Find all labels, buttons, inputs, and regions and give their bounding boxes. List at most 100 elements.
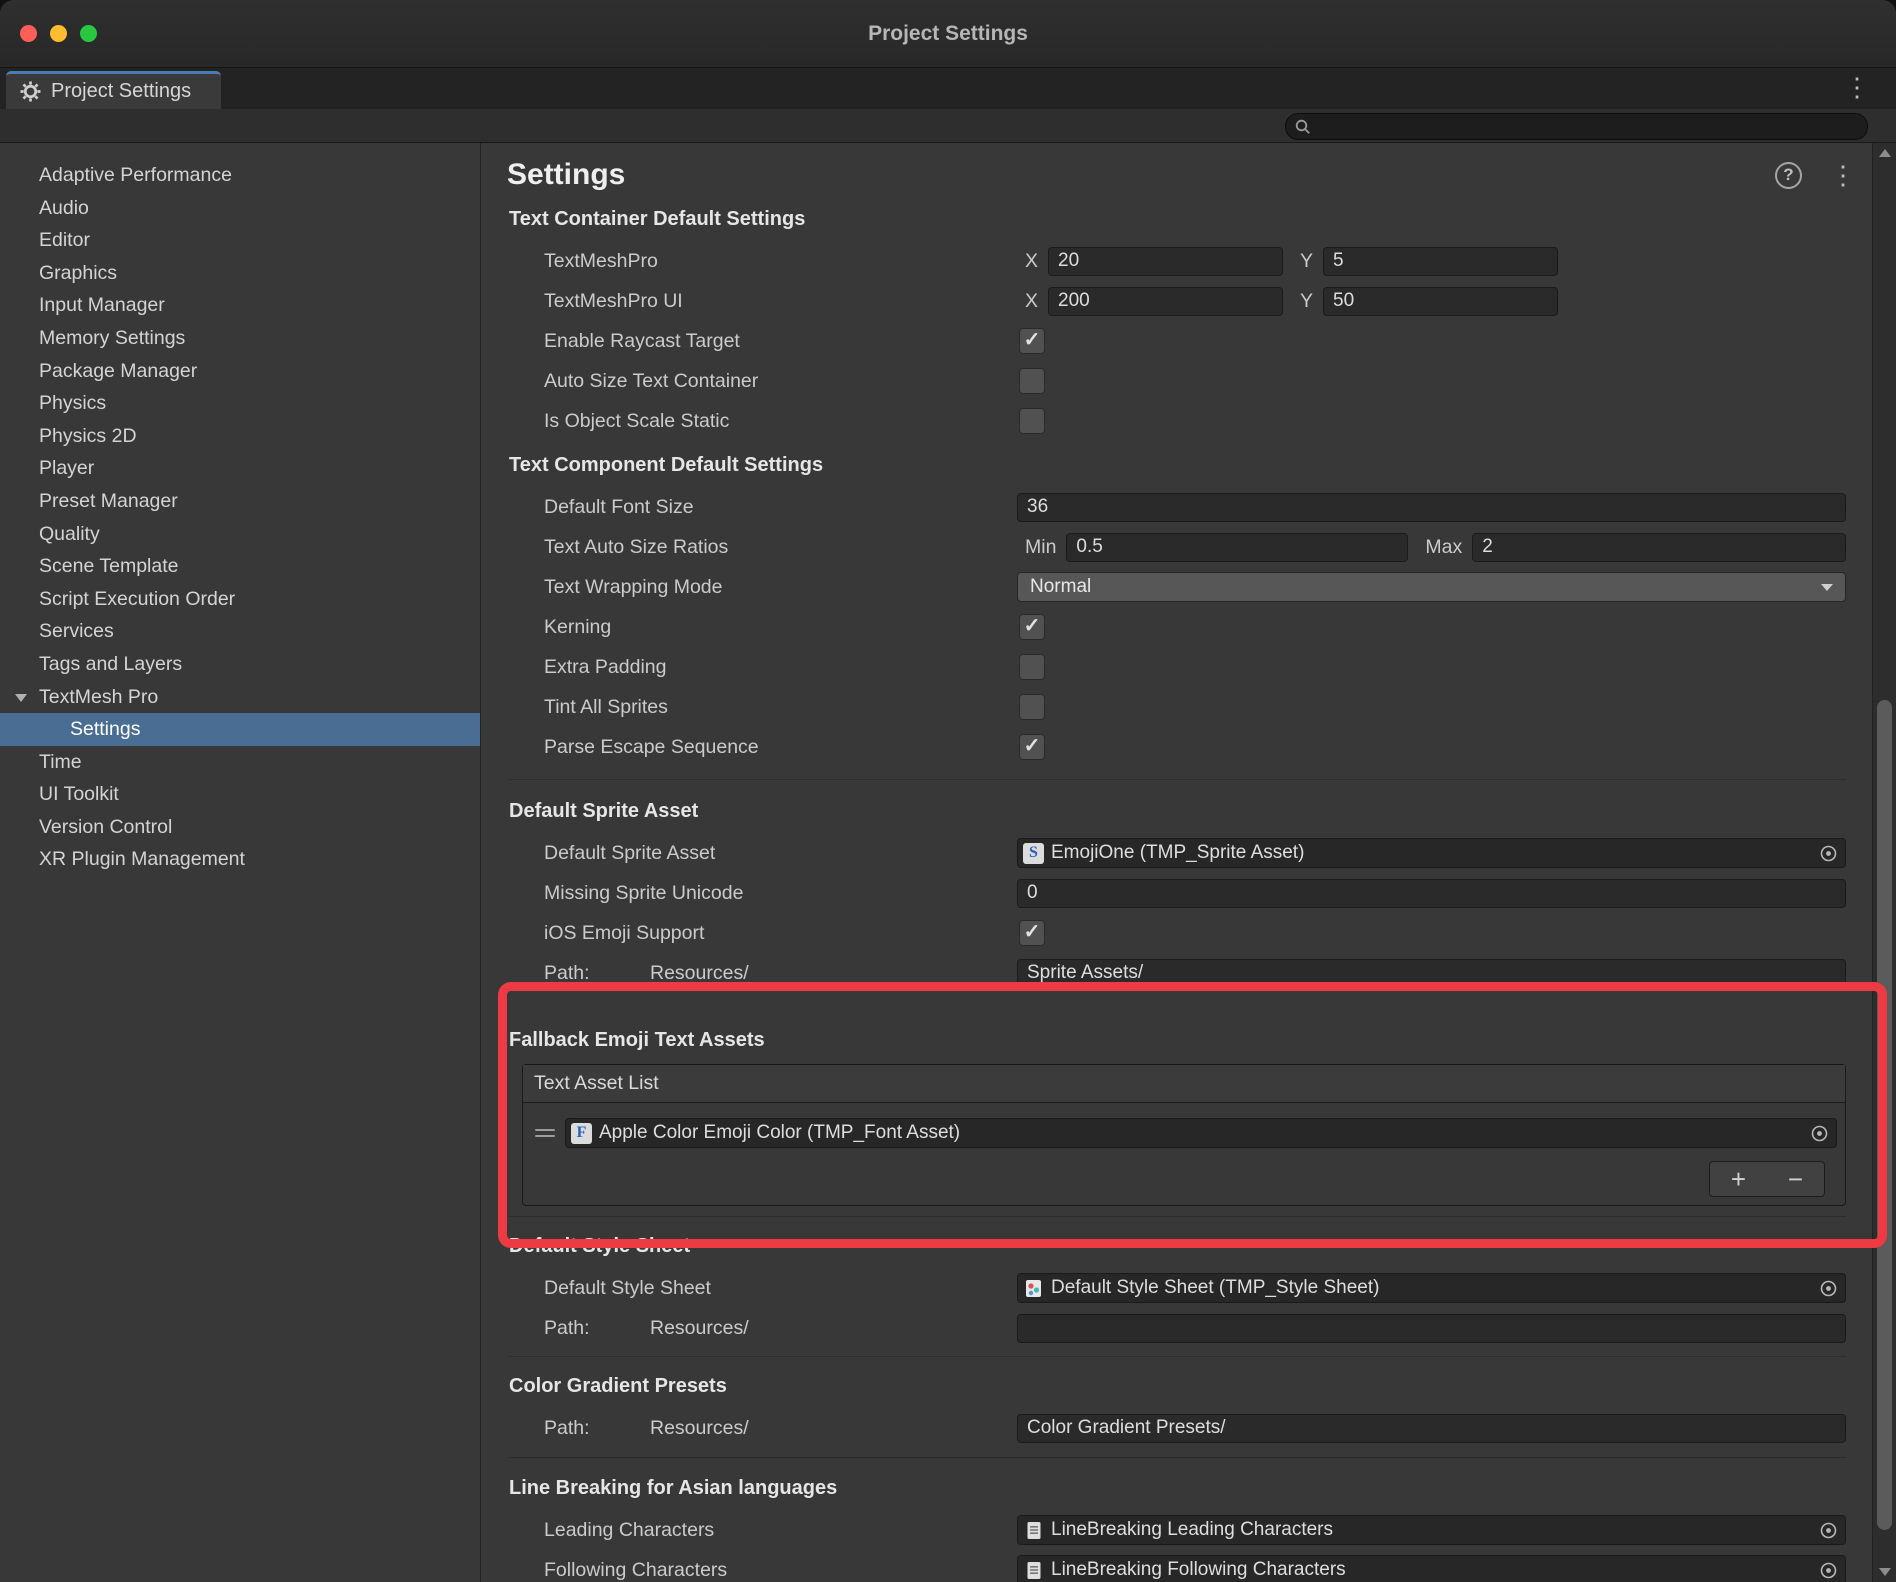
parse-escape-sequence-checkbox[interactable]: ✓: [1019, 734, 1045, 760]
sidebar-item-ui-toolkit[interactable]: UI Toolkit: [0, 778, 480, 811]
style-sheet-asset-icon: [1023, 1278, 1044, 1299]
textmeshpro-y-input[interactable]: [1323, 247, 1558, 276]
object-picker-icon[interactable]: [1818, 1520, 1839, 1541]
field-area: ✓: [1017, 913, 1846, 953]
sidebar-item-script-execution-order[interactable]: Script Execution Order: [0, 583, 480, 616]
sidebar-item-package-manager[interactable]: Package Manager: [0, 355, 480, 388]
add-item-button[interactable]: +: [1710, 1162, 1767, 1196]
auto-size-max-input[interactable]: [1472, 533, 1846, 562]
tint-all-sprites-checkbox[interactable]: [1019, 694, 1045, 720]
auto-size-text-container-checkbox[interactable]: [1019, 368, 1045, 394]
gradient-path-input[interactable]: [1017, 1414, 1846, 1443]
y-axis-label: Y: [1300, 250, 1313, 273]
sidebar-item-quality[interactable]: Quality: [0, 518, 480, 551]
textmeshpro-ui-y-input[interactable]: [1323, 287, 1558, 316]
field-area: [1017, 873, 1846, 913]
sidebar-item-physics-2d[interactable]: Physics 2D: [0, 420, 480, 453]
search-input[interactable]: [1312, 114, 1867, 139]
sprite-path-input[interactable]: [1017, 959, 1846, 988]
sidebar-item-version-control[interactable]: Version Control: [0, 811, 480, 844]
following-characters-object-field[interactable]: LineBreaking Following Characters: [1017, 1555, 1846, 1582]
default-style-sheet-object-field[interactable]: Default Style Sheet (TMP_Style Sheet): [1017, 1273, 1846, 1303]
textmeshpro-ui-x-input[interactable]: [1048, 287, 1283, 316]
sidebar-item-preset-manager[interactable]: Preset Manager: [0, 485, 480, 518]
drag-handle-icon[interactable]: [535, 1129, 555, 1137]
field-area: S EmojiOne (TMP_Sprite Asset): [1017, 833, 1846, 873]
row-sprite-path: Path: Resources/: [509, 953, 1846, 993]
section-line-breaking: Line Breaking for Asian languages Leadin…: [509, 1457, 1846, 1582]
field-label: iOS Emoji Support: [509, 922, 1017, 945]
row-textmeshpro-ui: TextMeshPro UI X Y: [509, 281, 1846, 321]
section-text-component-defaults: Text Component Default Settings Default …: [509, 443, 1846, 767]
default-font-size-input[interactable]: [1017, 493, 1846, 522]
settings-content: Text Container Default Settings TextMesh…: [481, 197, 1896, 1582]
text-wrapping-mode-select[interactable]: Normal: [1017, 572, 1846, 602]
scrollbar-thumb[interactable]: [1877, 700, 1892, 1530]
object-field-value: EmojiOne (TMP_Sprite Asset): [1051, 842, 1304, 864]
sidebar-item-audio[interactable]: Audio: [0, 192, 480, 225]
style-sheet-path-input[interactable]: [1017, 1314, 1846, 1343]
row-default-style-sheet: Default Style Sheet: [509, 1268, 1846, 1308]
sidebar-item-scene-template[interactable]: Scene Template: [0, 550, 480, 583]
path-prefix: Resources/: [650, 962, 749, 985]
sidebar-item-tags-and-layers[interactable]: Tags and Layers: [0, 648, 480, 681]
fullscreen-window-button[interactable]: [80, 25, 97, 42]
sidebar-item-input-manager[interactable]: Input Manager: [0, 289, 480, 322]
textmeshpro-x-input[interactable]: [1048, 247, 1283, 276]
sidebar-item-graphics[interactable]: Graphics: [0, 257, 480, 290]
missing-sprite-unicode-input[interactable]: [1017, 879, 1846, 908]
field-label: Is Object Scale Static: [509, 410, 1017, 433]
field-label: Text Wrapping Mode: [509, 576, 1017, 599]
extra-padding-checkbox[interactable]: [1019, 654, 1045, 680]
foldout-expanded-icon[interactable]: [15, 694, 27, 702]
default-sprite-asset-object-field[interactable]: S EmojiOne (TMP_Sprite Asset): [1017, 838, 1846, 868]
section-heading: Default Style Sheet: [509, 1224, 1846, 1268]
field-area: LineBreaking Leading Characters: [1017, 1510, 1846, 1550]
remove-item-button[interactable]: −: [1767, 1162, 1824, 1196]
sidebar-item-player[interactable]: Player: [0, 452, 480, 485]
scroll-down-arrow-icon[interactable]: [1879, 1568, 1891, 1576]
sidebar-item-time[interactable]: Time: [0, 746, 480, 779]
scroll-up-arrow-icon[interactable]: [1879, 149, 1891, 157]
object-picker-icon[interactable]: [1818, 843, 1839, 864]
sidebar-item-adaptive-performance[interactable]: Adaptive Performance: [0, 159, 480, 192]
is-object-scale-static-checkbox[interactable]: [1019, 408, 1045, 434]
tab-project-settings[interactable]: Project Settings: [6, 71, 221, 109]
help-icon[interactable]: ?: [1775, 162, 1802, 189]
object-picker-icon[interactable]: [1818, 1278, 1839, 1299]
leading-characters-object-field[interactable]: LineBreaking Leading Characters: [1017, 1515, 1846, 1545]
auto-size-min-input[interactable]: [1066, 533, 1408, 562]
sidebar-item-editor[interactable]: Editor: [0, 224, 480, 257]
close-window-button[interactable]: [20, 25, 37, 42]
settings-kebab-icon[interactable]: ⋮: [1824, 160, 1862, 191]
tab-menu-kebab-icon[interactable]: ⋮: [1834, 72, 1880, 103]
field-area: [1017, 1308, 1846, 1348]
row-textmeshpro: TextMeshPro X Y: [509, 241, 1846, 281]
sidebar-item-memory-settings[interactable]: Memory Settings: [0, 322, 480, 355]
minimize-window-button[interactable]: [50, 25, 67, 42]
checkmark-icon: ✓: [1024, 330, 1041, 350]
sidebar-item-xr-plugin-management[interactable]: XR Plugin Management: [0, 843, 480, 876]
search-box[interactable]: [1285, 113, 1868, 140]
text-asset-icon: [1023, 1560, 1044, 1581]
path-label: Path:: [544, 1317, 650, 1340]
checkmark-icon: ✓: [1024, 616, 1041, 636]
row-extra-padding: Extra Padding: [509, 647, 1846, 687]
fallback-font-asset-object-field[interactable]: F Apple Color Emoji Color (TMP_Font Asse…: [565, 1118, 1837, 1148]
sidebar-item-services[interactable]: Services: [0, 615, 480, 648]
field-label: Path: Resources/: [509, 1317, 1017, 1340]
kerning-checkbox[interactable]: ✓: [1019, 614, 1045, 640]
object-picker-icon[interactable]: [1818, 1560, 1839, 1581]
section-color-gradient-presets: Color Gradient Presets Path: Resources/: [509, 1356, 1846, 1448]
sidebar-item-settings[interactable]: Settings: [0, 713, 480, 746]
object-picker-icon[interactable]: [1809, 1123, 1830, 1144]
vertical-scrollbar[interactable]: [1872, 143, 1896, 1582]
field-label: Following Characters: [509, 1559, 1017, 1582]
row-kerning: Kerning ✓: [509, 607, 1846, 647]
row-missing-sprite-unicode: Missing Sprite Unicode: [509, 873, 1846, 913]
enable-raycast-target-checkbox[interactable]: ✓: [1019, 328, 1045, 354]
row-following-characters: Following Characters: [509, 1550, 1846, 1582]
ios-emoji-support-checkbox[interactable]: ✓: [1019, 920, 1045, 946]
sidebar-item-physics[interactable]: Physics: [0, 387, 480, 420]
sidebar-item-textmesh-pro[interactable]: TextMesh Pro: [0, 681, 480, 714]
